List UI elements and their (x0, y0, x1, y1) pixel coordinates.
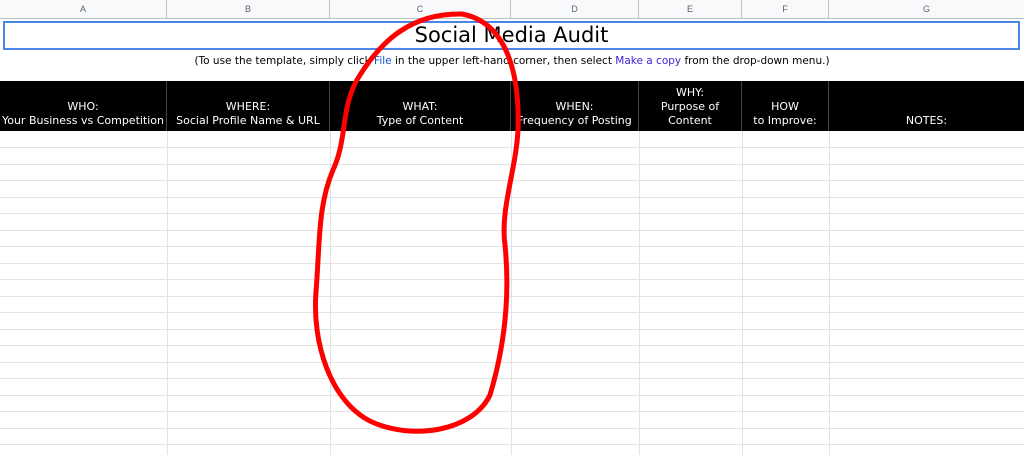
header-who-label: WHO: (67, 100, 99, 113)
grid-row-line (0, 312, 1024, 313)
instructions-text-middle: in the upper left-hand corner, then sele… (391, 55, 616, 67)
empty-cell-grid[interactable] (0, 131, 1024, 455)
grid-row-line (0, 197, 1024, 198)
grid-row-line (0, 279, 1024, 280)
grid-row-line (0, 164, 1024, 165)
make-a-copy-link[interactable]: Make a copy (615, 55, 681, 67)
header-where-sublabel: Social Profile Name & URL (176, 114, 320, 127)
grid-row-line (0, 428, 1024, 429)
grid-row-line (0, 395, 1024, 396)
header-who-sublabel: Your Business vs Competition (1, 114, 165, 127)
header-what-label: WHAT: (402, 100, 438, 113)
grid-row-line (0, 296, 1024, 297)
column-header-g[interactable]: G (829, 0, 1024, 19)
grid-row-line (0, 147, 1024, 148)
table-header-row: WHO: Your Business vs Competition WHERE:… (0, 81, 1024, 131)
column-header-f[interactable]: F (742, 0, 829, 19)
grid-row-line (0, 263, 1024, 264)
grid-row-line (0, 180, 1024, 181)
header-why-sublabel: Content (668, 114, 712, 127)
instructions-text: (To use the template, simply click File … (0, 52, 1024, 70)
grid-row-line (0, 329, 1024, 330)
instructions-text-end: from the drop-down menu.) (681, 55, 830, 67)
header-when-sublabel: Frequency of Posting (517, 114, 632, 127)
grid-row-line (0, 345, 1024, 346)
header-why[interactable]: WHY: Purpose of Content (639, 81, 742, 131)
header-what-sublabel: Type of Content (376, 114, 464, 127)
header-notes[interactable]: NOTES: (829, 81, 1024, 131)
header-where-label: WHERE: (225, 100, 271, 113)
grid-row-line (0, 362, 1024, 363)
header-what[interactable]: WHAT: Type of Content (330, 81, 511, 131)
column-header-a[interactable]: A (0, 0, 167, 19)
file-menu-link[interactable]: File (374, 55, 392, 67)
header-when[interactable]: WHEN: Frequency of Posting (511, 81, 639, 131)
grid-row-line (0, 378, 1024, 379)
column-header-c[interactable]: C (330, 0, 511, 19)
column-header-bar: A B C D E F G (0, 0, 1024, 19)
column-header-d[interactable]: D (511, 0, 639, 19)
grid-row-line (0, 444, 1024, 445)
header-how[interactable]: HOW to Improve: (742, 81, 829, 131)
grid-row-line (0, 246, 1024, 247)
header-why-purpose: Purpose of (660, 100, 720, 113)
grid-row-line (0, 411, 1024, 412)
grid-row-line (0, 230, 1024, 231)
header-why-label: WHY: (675, 86, 705, 99)
header-when-label: WHEN: (555, 100, 594, 113)
header-where[interactable]: WHERE: Social Profile Name & URL (167, 81, 330, 131)
instructions-text-start: (To use the template, simply click (194, 55, 375, 67)
column-header-e[interactable]: E (639, 0, 742, 19)
sheet-title-cell[interactable]: Social Media Audit (3, 21, 1020, 50)
header-how-label: HOW (771, 100, 799, 113)
column-header-b[interactable]: B (167, 0, 330, 19)
header-how-sublabel: to Improve: (753, 114, 817, 127)
grid-row-line (0, 213, 1024, 214)
header-notes-label: NOTES: (905, 114, 948, 127)
header-who[interactable]: WHO: Your Business vs Competition (0, 81, 167, 131)
